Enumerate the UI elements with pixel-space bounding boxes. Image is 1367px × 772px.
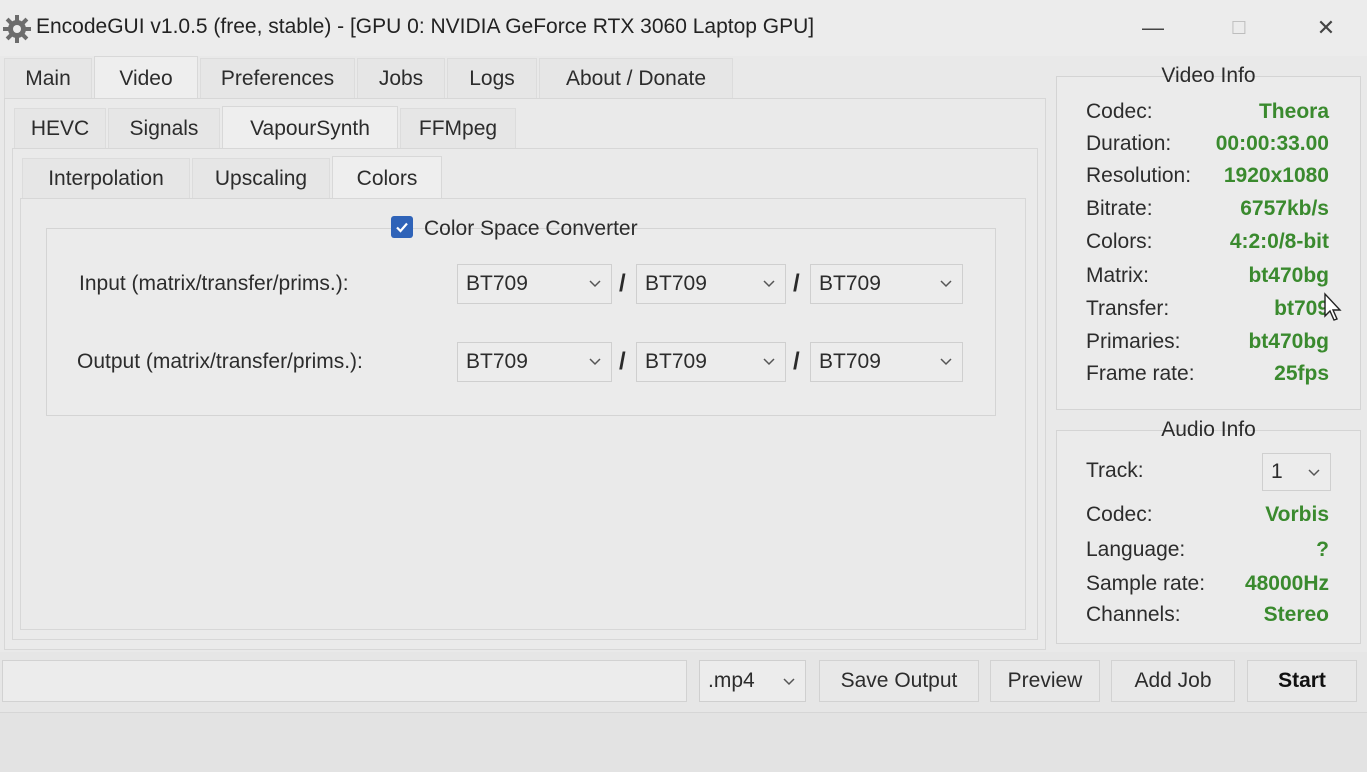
audio-info-value: ?: [1316, 538, 1329, 561]
video-info-value: bt470bg: [1248, 264, 1329, 287]
chevron-down-icon: [1308, 469, 1320, 477]
tab-main[interactable]: Main: [4, 58, 92, 98]
window-title: EncodeGUI v1.0.5 (free, stable) - [GPU 0…: [36, 15, 815, 38]
separator: /: [793, 270, 800, 297]
status-bar: [0, 712, 1367, 772]
input-matrix-select[interactable]: BT709: [457, 264, 612, 304]
video-info-label: Resolution:: [1086, 164, 1192, 187]
audio-info-label: Language:: [1086, 538, 1186, 561]
output-matrix-value: BT709: [466, 350, 528, 373]
separator: /: [793, 348, 800, 375]
input-primaries-value: BT709: [819, 272, 881, 295]
color-space-converter-label: Color Space Converter: [424, 217, 638, 240]
preview-button[interactable]: Preview: [990, 660, 1100, 702]
tab-logs[interactable]: Logs: [447, 58, 537, 98]
output-path-input[interactable]: [2, 660, 687, 702]
video-info-value: 00:00:33.00: [1215, 132, 1329, 155]
audio-info-value: Stereo: [1263, 603, 1329, 626]
input-transfer-value: BT709: [645, 272, 707, 295]
track-value: 1: [1271, 460, 1283, 483]
color-space-converter-checkbox[interactable]: [391, 216, 413, 238]
audio-info-value: Vorbis: [1265, 503, 1329, 526]
output-label: Output (matrix/transfer/prims.):: [77, 350, 363, 373]
output-primaries-value: BT709: [819, 350, 881, 373]
input-transfer-select[interactable]: BT709: [636, 264, 786, 304]
color-space-converter-group: [46, 228, 996, 416]
tab-colors[interactable]: Colors: [332, 156, 442, 200]
title-bar: EncodeGUI v1.0.5 (free, stable) - [GPU 0…: [0, 0, 1367, 56]
video-info-label: Duration:: [1086, 132, 1172, 155]
save-output-button[interactable]: Save Output: [819, 660, 979, 702]
output-primaries-select[interactable]: BT709: [810, 342, 963, 382]
gear-icon: [3, 15, 31, 43]
tab-interpolation[interactable]: Interpolation: [22, 158, 190, 198]
video-info-value: Theora: [1258, 100, 1329, 123]
format-select[interactable]: .mp4: [699, 660, 806, 702]
audio-info-value: 48000Hz: [1244, 572, 1329, 595]
checkmark-icon: [396, 222, 408, 233]
input-matrix-value: BT709: [466, 272, 528, 295]
video-info-label: Colors:: [1086, 230, 1153, 253]
video-info-value: 25fps: [1274, 362, 1329, 385]
video-info-label: Codec:: [1086, 100, 1153, 123]
chevron-down-icon: [940, 280, 952, 288]
video-info-label: Transfer:: [1086, 297, 1170, 320]
tab-ffmpeg[interactable]: FFMpeg: [400, 108, 516, 148]
input-primaries-select[interactable]: BT709: [810, 264, 963, 304]
video-info-label: Frame rate:: [1086, 362, 1195, 385]
video-info-value: bt709: [1274, 297, 1329, 320]
chevron-down-icon: [589, 280, 601, 288]
tab-about-donate[interactable]: About / Donate: [539, 58, 733, 98]
video-info-value: 4:2:0/8-bit: [1229, 230, 1329, 253]
input-label: Input (matrix/transfer/prims.):: [79, 272, 349, 295]
tab-vapoursynth[interactable]: VapourSynth: [222, 106, 398, 150]
maximize-button[interactable]: ☐: [1214, 10, 1264, 46]
chevron-down-icon: [940, 358, 952, 366]
chevron-down-icon: [783, 678, 795, 686]
tab-hevc[interactable]: HEVC: [14, 108, 106, 148]
format-value: .mp4: [708, 669, 755, 692]
tab-upscaling[interactable]: Upscaling: [192, 158, 330, 198]
audio-info-label: Channels:: [1086, 603, 1181, 626]
start-button[interactable]: Start: [1247, 660, 1357, 702]
audio-info-label: Codec:: [1086, 503, 1153, 526]
output-matrix-select[interactable]: BT709: [457, 342, 612, 382]
chevron-down-icon: [589, 358, 601, 366]
video-info-value: 1920x1080: [1223, 164, 1329, 187]
video-info-title: Video Info: [1161, 64, 1256, 87]
video-info-value: 6757kb/s: [1240, 197, 1329, 220]
video-info-label: Primaries:: [1086, 330, 1181, 353]
tab-video[interactable]: Video: [94, 56, 198, 100]
video-info-label: Bitrate:: [1086, 197, 1153, 220]
audio-info-title: Audio Info: [1161, 418, 1256, 441]
track-label: Track:: [1086, 459, 1144, 482]
video-info-value: bt470bg: [1248, 330, 1329, 353]
track-select[interactable]: 1: [1262, 453, 1331, 491]
video-info-label: Matrix:: [1086, 264, 1149, 287]
separator: /: [619, 348, 626, 375]
tab-preferences[interactable]: Preferences: [200, 58, 355, 98]
close-button[interactable]: ✕: [1301, 10, 1351, 46]
minimize-button[interactable]: —: [1128, 10, 1178, 46]
audio-info-label: Sample rate:: [1086, 572, 1206, 595]
chevron-down-icon: [763, 280, 775, 288]
output-transfer-value: BT709: [645, 350, 707, 373]
mouse-cursor-icon: [1324, 292, 1342, 321]
tab-jobs[interactable]: Jobs: [357, 58, 445, 98]
chevron-down-icon: [763, 358, 775, 366]
separator: /: [619, 270, 626, 297]
tab-signals[interactable]: Signals: [108, 108, 220, 148]
output-transfer-select[interactable]: BT709: [636, 342, 786, 382]
add-job-button[interactable]: Add Job: [1111, 660, 1235, 702]
